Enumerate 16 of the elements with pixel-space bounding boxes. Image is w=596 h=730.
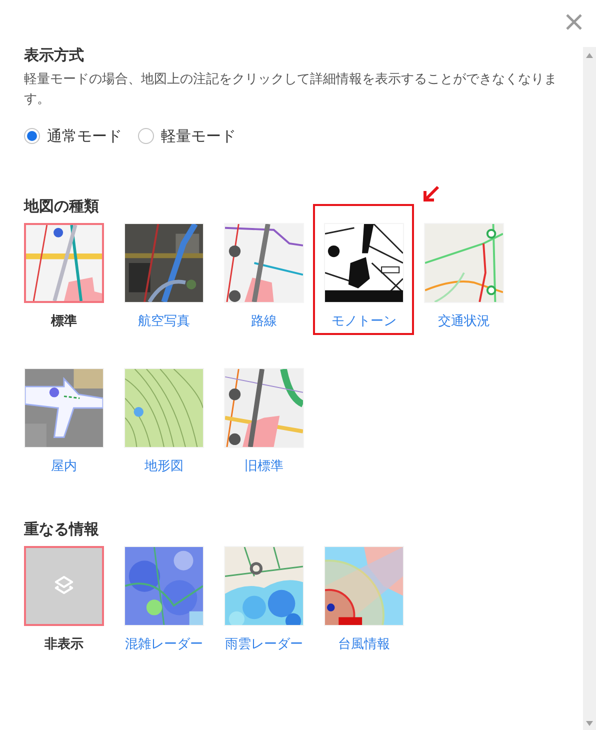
section-title: 重なる情報 bbox=[24, 519, 100, 539]
radio-label[interactable]: 通常モード bbox=[47, 124, 122, 148]
radio-button[interactable] bbox=[138, 128, 154, 144]
section-title: 表示方式 bbox=[24, 45, 85, 65]
description-text: 軽量モードの場合、地図上の注記をクリックして詳細情報を表示することができなくなります。 bbox=[24, 71, 558, 109]
layers-icon bbox=[53, 575, 75, 597]
scrollbar[interactable] bbox=[583, 47, 596, 730]
scroll-down-icon[interactable] bbox=[586, 721, 593, 726]
radio-label[interactable]: 軽量モード bbox=[161, 124, 236, 148]
close-icon[interactable] bbox=[564, 12, 584, 32]
section-title: 地図の種類 bbox=[24, 196, 100, 216]
arrow-icon bbox=[422, 185, 440, 203]
radio-button[interactable] bbox=[24, 128, 40, 144]
radio-option[interactable]: 通常モード bbox=[24, 124, 122, 148]
radio-option[interactable]: 軽量モード bbox=[138, 124, 236, 148]
scroll-up-icon[interactable] bbox=[586, 53, 593, 58]
